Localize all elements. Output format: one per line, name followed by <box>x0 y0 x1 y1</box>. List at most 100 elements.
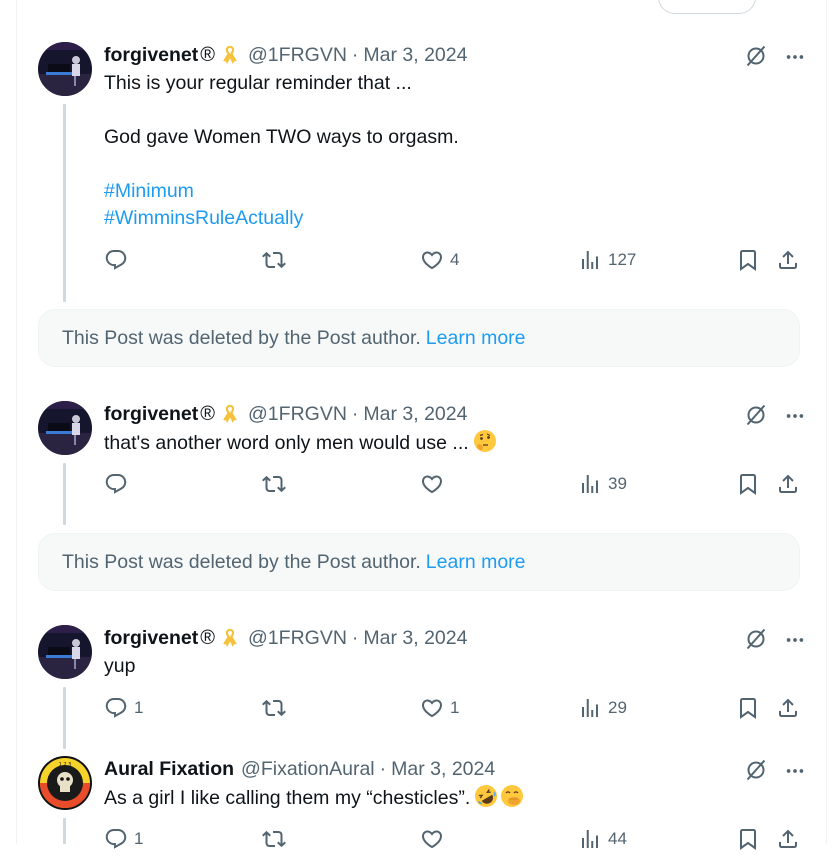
avatar[interactable] <box>38 401 92 455</box>
bookmark-button[interactable] <box>736 827 760 851</box>
author-handle[interactable]: @FixationAural <box>241 758 375 781</box>
text-line: As a girl I like calling them my “chesti… <box>104 787 471 809</box>
post-date[interactable]: Mar 3, 2024 <box>363 403 467 426</box>
views-icon <box>578 696 602 720</box>
hashtag-link[interactable]: #WimminsRuleActually <box>104 205 459 232</box>
like-button[interactable] <box>420 827 450 851</box>
avatar[interactable]: 1 2 3 <box>38 756 92 810</box>
like-button[interactable] <box>420 472 450 496</box>
avatar[interactable] <box>38 42 92 96</box>
share-icon <box>776 248 800 272</box>
reply-button[interactable] <box>104 248 134 272</box>
views-button[interactable]: 127 <box>578 248 636 272</box>
more-icon[interactable] <box>784 46 806 73</box>
more-icon[interactable] <box>784 760 806 787</box>
views-button[interactable]: 39 <box>578 472 627 496</box>
share-button[interactable] <box>776 472 800 496</box>
text-line: This is your regular reminder that ... <box>104 72 412 94</box>
repost-icon <box>262 696 286 720</box>
post-3[interactable]: forgivenet ® @1FRGVN · Mar 3, 2024 yup 1 1 2… <box>38 625 808 749</box>
post-2[interactable]: forgivenet ® @1FRGVN · Mar 3, 2024 that's an… <box>38 401 808 525</box>
like-button[interactable]: 1 <box>420 696 459 720</box>
bookmark-icon <box>736 696 760 720</box>
author-handle[interactable]: @1FRGVN <box>248 44 347 67</box>
learn-more-link[interactable]: Learn more <box>426 551 526 574</box>
repost-button[interactable] <box>262 248 292 272</box>
deleted-text: This Post was deleted by the Post author… <box>62 550 421 573</box>
like-icon <box>420 696 444 720</box>
post-header: forgivenet ® @1FRGVN · Mar 3, 2024 <box>104 42 467 68</box>
more-icon[interactable] <box>784 405 806 432</box>
like-button[interactable]: 4 <box>420 248 459 272</box>
svg-text:1 2 3: 1 2 3 <box>59 762 72 768</box>
post-1[interactable]: forgivenet ® @1FRGVN · Mar 3, 2024 This is y… <box>38 42 808 302</box>
bookmark-button[interactable] <box>736 248 760 272</box>
hashtag-link[interactable]: #Minimum <box>104 178 459 205</box>
repost-button[interactable] <box>262 827 292 851</box>
author-name[interactable]: Aural Fixation <box>104 758 234 781</box>
post-4[interactable]: 1 2 3 Aural Fixation @FixationAural · Mar 3… <box>38 756 808 844</box>
share-button[interactable] <box>776 248 800 272</box>
action-bar: 4 127 <box>104 248 804 278</box>
learn-more-link[interactable]: Learn more <box>426 327 526 350</box>
thread-line <box>63 687 66 749</box>
reply-button[interactable] <box>104 472 134 496</box>
text-line: yup <box>104 655 136 677</box>
views-icon <box>578 472 602 496</box>
reply-button[interactable]: 1 <box>104 827 143 851</box>
post-date[interactable]: Mar 3, 2024 <box>363 627 467 650</box>
grok-icon[interactable] <box>744 758 768 787</box>
author-handle[interactable]: @1FRGVN <box>248 403 347 426</box>
reply-icon <box>104 472 128 496</box>
repost-button[interactable] <box>262 472 292 496</box>
text-line: God gave Women TWO ways to orgasm. <box>104 126 459 148</box>
views-button[interactable]: 44 <box>578 827 627 851</box>
reply-icon <box>104 696 128 720</box>
ribbon-icon <box>219 627 241 649</box>
post-text: yup <box>104 653 135 680</box>
grok-icon[interactable] <box>744 44 768 73</box>
text-line: that's another word only men would use .… <box>104 432 469 454</box>
author-name[interactable]: forgivenet <box>104 627 198 650</box>
repost-button[interactable] <box>262 696 292 720</box>
share-button[interactable] <box>776 696 800 720</box>
views-button[interactable]: 29 <box>578 696 627 720</box>
post-date[interactable]: Mar 3, 2024 <box>363 44 467 67</box>
thinking-face-emoji <box>473 429 497 461</box>
post-text: that's another word only men would use .… <box>104 429 497 461</box>
deleted-post-notice: This Post was deleted by the Post author… <box>38 533 800 591</box>
action-bar: 1 1 29 <box>104 696 804 726</box>
post-header: forgivenet ® @1FRGVN · Mar 3, 2024 <box>104 625 467 651</box>
post-text: This is your regular reminder that ... G… <box>104 70 459 232</box>
separator: · <box>351 43 359 66</box>
author-name[interactable]: forgivenet <box>104 44 198 67</box>
author-handle[interactable]: @1FRGVN <box>248 627 347 650</box>
like-icon <box>420 472 444 496</box>
reply-icon <box>104 827 128 851</box>
separator: · <box>351 402 359 425</box>
face-with-hand-over-mouth-emoji <box>500 784 524 816</box>
bookmark-button[interactable] <box>736 696 760 720</box>
like-icon <box>420 827 444 851</box>
reply-icon <box>104 248 128 272</box>
grok-icon[interactable] <box>744 403 768 432</box>
bookmark-icon <box>736 472 760 496</box>
post-date[interactable]: Mar 3, 2024 <box>391 758 495 781</box>
bookmark-button[interactable] <box>736 472 760 496</box>
repost-icon <box>262 827 286 851</box>
post-header: forgivenet ® @1FRGVN · Mar 3, 2024 <box>104 401 467 427</box>
more-icon[interactable] <box>784 629 806 656</box>
views-icon <box>578 248 602 272</box>
share-button[interactable] <box>776 827 800 851</box>
reply-button[interactable]: 1 <box>104 696 143 720</box>
avatar[interactable] <box>38 625 92 679</box>
follow-button-partial[interactable] <box>658 0 756 14</box>
repost-icon <box>262 472 286 496</box>
action-bar: 39 <box>104 472 804 502</box>
thread-line <box>63 104 66 302</box>
deleted-post-notice: This Post was deleted by the Post author… <box>38 309 800 367</box>
action-bar: 1 44 <box>104 827 804 857</box>
grok-icon[interactable] <box>744 627 768 656</box>
author-name[interactable]: forgivenet <box>104 403 198 426</box>
share-icon <box>776 827 800 851</box>
